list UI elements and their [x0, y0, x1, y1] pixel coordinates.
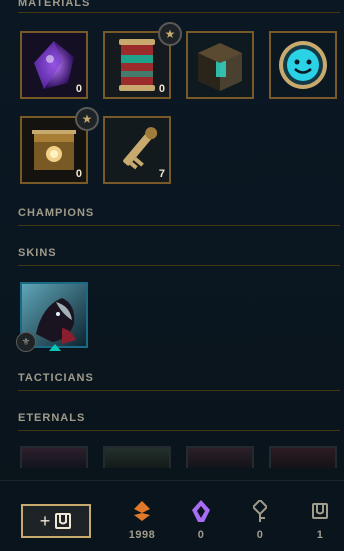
craft-button[interactable]: +: [21, 504, 91, 538]
eternal-tile[interactable]: [186, 446, 254, 468]
currency-chest: 1: [298, 499, 342, 541]
loot-panel: MATERIALS 0 0 ★ 0 ★ 7 CHAMPIONS SKINS ⚜ …: [0, 0, 344, 551]
skin-rarity-icon: ⚜: [16, 332, 36, 352]
section-divider: [18, 12, 340, 13]
hextech-chest-icon: [188, 33, 252, 97]
star-badge-icon: ★: [75, 107, 99, 131]
material-tile-gemstone[interactable]: 0: [20, 31, 88, 99]
chest-icon: [312, 503, 328, 519]
eternal-tile[interactable]: [20, 446, 88, 468]
chest-icon: [55, 513, 72, 529]
currency-value: 0: [197, 529, 205, 541]
section-divider: [18, 225, 340, 226]
orange-essence-icon: [134, 501, 150, 521]
currency-value: 0: [256, 529, 264, 541]
section-header-eternals[interactable]: ETERNALS: [18, 412, 340, 424]
section-header-tacticians[interactable]: TACTICIANS: [18, 372, 340, 384]
currency-value: 1: [316, 529, 324, 541]
mythic-essence-icon: [192, 500, 210, 522]
material-tile-emote-orb[interactable]: [269, 31, 337, 99]
section-header-champions[interactable]: CHAMPIONS: [18, 207, 340, 219]
material-count: 0: [75, 83, 82, 95]
material-tile-key-fragment[interactable]: 7: [103, 116, 171, 184]
currency-value: 1998: [128, 529, 156, 541]
material-count: 0: [75, 168, 82, 180]
craft-button-label: +: [39, 510, 51, 531]
eternal-tile[interactable]: [269, 446, 337, 468]
section-header-materials: MATERIALS: [18, 0, 91, 9]
eternal-tile[interactable]: [103, 446, 171, 468]
section-header-skins[interactable]: SKINS: [18, 247, 340, 259]
section-divider: [18, 390, 340, 391]
currency-mythic-essence: 0: [179, 499, 223, 541]
material-tile-hextech-chest[interactable]: [186, 31, 254, 99]
emote-orb-icon: [271, 33, 335, 97]
currency-orange-essence: 1998: [120, 499, 164, 541]
section-divider: [18, 265, 340, 266]
currency-key: 0: [238, 499, 282, 541]
star-badge-icon: ★: [158, 22, 182, 46]
section-divider: [18, 430, 340, 431]
material-count: 0: [158, 83, 165, 95]
skin-owned-indicator-icon: [49, 344, 61, 351]
material-count: 7: [158, 168, 165, 180]
loot-footer: + 1998 0 0 1: [0, 480, 344, 551]
key-icon: [253, 500, 267, 522]
